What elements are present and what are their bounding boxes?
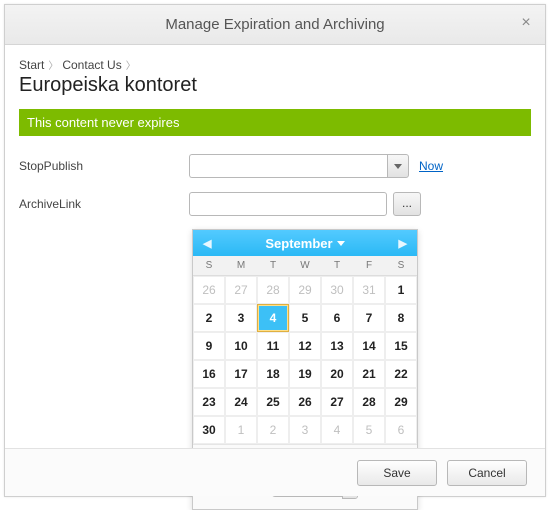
date-picker-header: ◀ September ▶ <box>193 230 417 256</box>
date-cell[interactable]: 6 <box>385 416 417 444</box>
archive-link-label: ArchiveLink <box>19 197 189 211</box>
stop-publish-dropdown-button[interactable] <box>387 154 409 178</box>
caret-down-icon <box>337 241 345 246</box>
stop-publish-label: StopPublish <box>19 159 189 173</box>
date-cell[interactable]: 17 <box>225 360 257 388</box>
close-icon[interactable]: × <box>517 15 535 33</box>
dialog-body: Start 〉 Contact Us 〉 Europeiska kontoret… <box>5 45 545 244</box>
date-cell[interactable]: 27 <box>225 276 257 304</box>
date-cell[interactable]: 28 <box>257 276 289 304</box>
date-cell[interactable]: 21 <box>353 360 385 388</box>
date-cell[interactable]: 3 <box>289 416 321 444</box>
date-cell[interactable]: 4 <box>321 416 353 444</box>
dow-cell: F <box>353 256 385 275</box>
status-banner: This content never expires <box>19 109 531 136</box>
dow-cell: W <box>289 256 321 275</box>
date-cell[interactable]: 30 <box>321 276 353 304</box>
date-cell[interactable]: 1 <box>385 276 417 304</box>
dow-cell: T <box>257 256 289 275</box>
dialog-footer: Save Cancel <box>5 448 545 496</box>
date-cell[interactable]: 28 <box>353 388 385 416</box>
date-cell[interactable]: 23 <box>193 388 225 416</box>
row-archive-link: ArchiveLink ... <box>19 192 531 216</box>
dow-cell: S <box>385 256 417 275</box>
dow-cell: T <box>321 256 353 275</box>
chevron-right-icon: 〉 <box>48 57 58 72</box>
date-cell[interactable]: 5 <box>353 416 385 444</box>
date-cell[interactable]: 5 <box>289 304 321 332</box>
chevron-right-icon: 〉 <box>126 57 136 72</box>
breadcrumb-item[interactable]: Start <box>19 58 44 72</box>
date-cell[interactable]: 16 <box>193 360 225 388</box>
date-cell[interactable]: 26 <box>289 388 321 416</box>
date-cell[interactable]: 30 <box>193 416 225 444</box>
date-cell[interactable]: 3 <box>225 304 257 332</box>
date-cell[interactable]: 1 <box>225 416 257 444</box>
stop-publish-combo <box>189 154 409 178</box>
breadcrumb-item[interactable]: Contact Us <box>62 58 121 72</box>
day-of-week-header: S M T W T F S <box>193 256 417 276</box>
date-cell[interactable]: 7 <box>353 304 385 332</box>
chevron-down-icon <box>394 164 402 169</box>
archive-link-input[interactable] <box>189 192 387 216</box>
page-title: Europeiska kontoret <box>19 74 531 97</box>
row-stop-publish: StopPublish Now <box>19 154 531 178</box>
dow-cell: S <box>193 256 225 275</box>
date-cell[interactable]: 31 <box>353 276 385 304</box>
date-cell[interactable]: 29 <box>385 388 417 416</box>
date-cell[interactable]: 12 <box>289 332 321 360</box>
date-cell[interactable]: 18 <box>257 360 289 388</box>
date-cell[interactable]: 29 <box>289 276 321 304</box>
date-cell[interactable]: 19 <box>289 360 321 388</box>
date-cell[interactable]: 22 <box>385 360 417 388</box>
stop-publish-input[interactable] <box>189 154 387 178</box>
next-month-button[interactable]: ▶ <box>395 237 411 250</box>
month-label: September <box>265 236 332 251</box>
date-cell[interactable]: 6 <box>321 304 353 332</box>
now-link[interactable]: Now <box>419 159 443 173</box>
prev-month-button[interactable]: ◀ <box>199 237 215 250</box>
date-cell[interactable]: 8 <box>385 304 417 332</box>
dow-cell: M <box>225 256 257 275</box>
date-cell[interactable]: 14 <box>353 332 385 360</box>
date-cell[interactable]: 2 <box>257 416 289 444</box>
date-cell[interactable]: 4 <box>257 304 289 332</box>
date-cell[interactable]: 26 <box>193 276 225 304</box>
date-cell[interactable]: 11 <box>257 332 289 360</box>
month-selector[interactable]: September <box>265 236 344 251</box>
date-cell[interactable]: 2 <box>193 304 225 332</box>
date-cell[interactable]: 24 <box>225 388 257 416</box>
date-cell[interactable]: 20 <box>321 360 353 388</box>
date-cell[interactable]: 9 <box>193 332 225 360</box>
dialog: Manage Expiration and Archiving × Start … <box>4 4 546 497</box>
date-cell[interactable]: 13 <box>321 332 353 360</box>
date-cell[interactable]: 25 <box>257 388 289 416</box>
cancel-button[interactable]: Cancel <box>447 460 527 486</box>
save-button[interactable]: Save <box>357 460 437 486</box>
dialog-title: Manage Expiration and Archiving <box>165 16 384 33</box>
date-cell[interactable]: 10 <box>225 332 257 360</box>
date-cell[interactable]: 15 <box>385 332 417 360</box>
breadcrumb: Start 〉 Contact Us 〉 <box>19 57 531 72</box>
dialog-header: Manage Expiration and Archiving × <box>5 5 545 45</box>
browse-button[interactable]: ... <box>393 192 421 216</box>
date-grid: 2627282930311234567891011121314151617181… <box>193 276 417 444</box>
date-cell[interactable]: 27 <box>321 388 353 416</box>
